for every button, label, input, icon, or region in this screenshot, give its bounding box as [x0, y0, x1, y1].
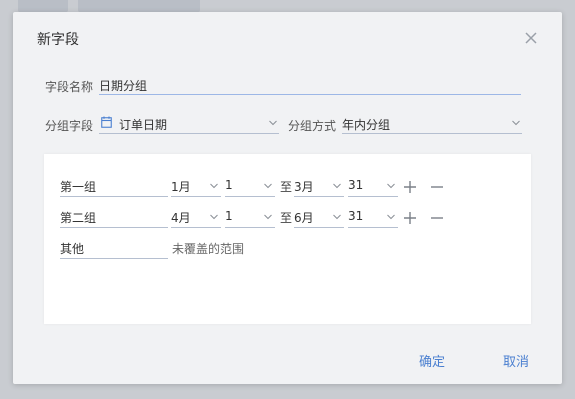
background-tabs	[0, 0, 210, 12]
minus-icon[interactable]	[430, 180, 444, 194]
start-month-value: 4月	[171, 211, 191, 225]
group-field-value: 订单日期	[119, 118, 168, 132]
group-field-select[interactable]: 订单日期	[99, 113, 279, 134]
chevron-down-icon	[333, 214, 341, 220]
range-separator: 至	[280, 211, 293, 225]
confirm-button[interactable]: 确定	[419, 351, 445, 370]
end-month-value: 6月	[294, 211, 314, 225]
group-name-input[interactable]: 第二组	[60, 208, 168, 228]
group-method-value: 年内分组	[342, 118, 391, 132]
start-day-select[interactable]: 1	[225, 208, 275, 228]
dialog-title: 新字段	[37, 32, 79, 48]
other-group-name-value: 其他	[60, 242, 85, 256]
field-name-value: 日期分组	[99, 79, 148, 93]
plus-icon[interactable]	[403, 211, 417, 225]
start-month-select[interactable]: 1月	[171, 177, 221, 197]
end-day-value: 31	[348, 209, 364, 223]
range-separator: 至	[280, 180, 293, 194]
group-name-value: 第二组	[60, 211, 97, 225]
group-method-select[interactable]: 年内分组	[342, 113, 522, 134]
chevron-down-icon	[210, 214, 218, 220]
start-month-select[interactable]: 4月	[171, 208, 221, 228]
start-month-value: 1月	[171, 180, 191, 194]
background-tab	[18, 0, 68, 12]
end-day-value: 31	[348, 178, 364, 192]
field-name-label: 字段名称	[45, 80, 94, 94]
cancel-button[interactable]: 取消	[503, 351, 529, 370]
background-tab	[78, 0, 200, 12]
field-name-input[interactable]: 日期分组	[99, 74, 521, 95]
end-day-select[interactable]: 31	[348, 208, 398, 228]
group-rules-panel: 第一组 1月 1 至 3月 31 第二组 4月 1 至 6月 31 其他 未覆盖…	[44, 154, 531, 324]
group-method-label: 分组方式	[288, 119, 337, 133]
group-name-input[interactable]: 第一组	[60, 177, 168, 197]
chevron-down-icon	[333, 183, 341, 189]
end-day-select[interactable]: 31	[348, 177, 398, 197]
end-month-select[interactable]: 3月	[294, 177, 344, 197]
end-month-value: 3月	[294, 180, 314, 194]
start-day-select[interactable]: 1	[225, 177, 275, 197]
chevron-down-icon	[512, 120, 520, 126]
plus-icon[interactable]	[403, 180, 417, 194]
other-group-name-input[interactable]: 其他	[60, 239, 168, 259]
group-name-value: 第一组	[60, 180, 97, 194]
calendar-icon	[101, 116, 112, 128]
start-day-value: 1	[225, 209, 233, 223]
other-group-note: 未覆盖的范围	[172, 242, 245, 256]
chevron-down-icon	[210, 183, 218, 189]
group-field-label: 分组字段	[45, 119, 94, 133]
new-field-dialog: 新字段 字段名称 日期分组 分组字段 订单日期 分组方式 年内分组 第一组 1月…	[13, 12, 562, 384]
end-month-select[interactable]: 6月	[294, 208, 344, 228]
chevron-down-icon	[387, 183, 395, 189]
close-icon[interactable]	[524, 31, 538, 45]
minus-icon[interactable]	[430, 211, 444, 225]
chevron-down-icon	[264, 214, 272, 220]
chevron-down-icon	[269, 120, 277, 126]
chevron-down-icon	[387, 214, 395, 220]
chevron-down-icon	[264, 183, 272, 189]
start-day-value: 1	[225, 178, 233, 192]
